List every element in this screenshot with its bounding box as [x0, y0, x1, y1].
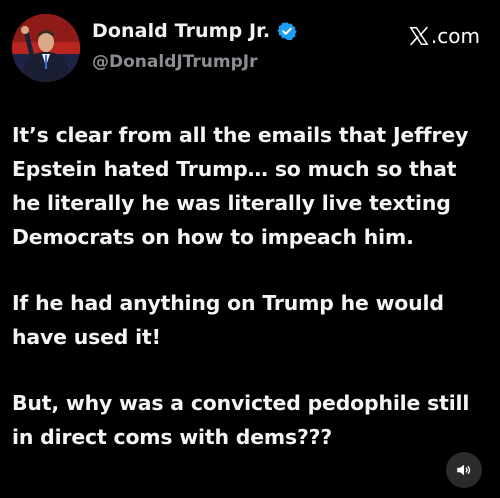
author-handle[interactable]: @DonaldJTrumpJr: [92, 52, 258, 72]
author-name-row: Donald Trump Jr.: [92, 20, 297, 42]
platform-brand: .com: [408, 24, 480, 48]
post-paragraph: It’s clear from all the emails that Jeff…: [12, 123, 469, 249]
speaker-icon: [457, 464, 471, 476]
post-text: It’s clear from all the emails that Jeff…: [12, 118, 490, 486]
x-logo-icon: [409, 26, 429, 46]
avatar-image: [12, 14, 80, 82]
avatar[interactable]: [12, 14, 80, 82]
post-header: Donald Trump Jr. @DonaldJTrumpJr .com: [12, 14, 480, 82]
sound-toggle-button[interactable]: [446, 452, 482, 488]
post-paragraph: If he had anything on Trump he would hav…: [12, 291, 444, 349]
author-display-name[interactable]: Donald Trump Jr.: [92, 20, 270, 42]
verified-badge-icon: [277, 22, 297, 41]
platform-domain: .com: [430, 24, 480, 48]
post-paragraph: But, why was a convicted pedophile still…: [12, 391, 470, 449]
